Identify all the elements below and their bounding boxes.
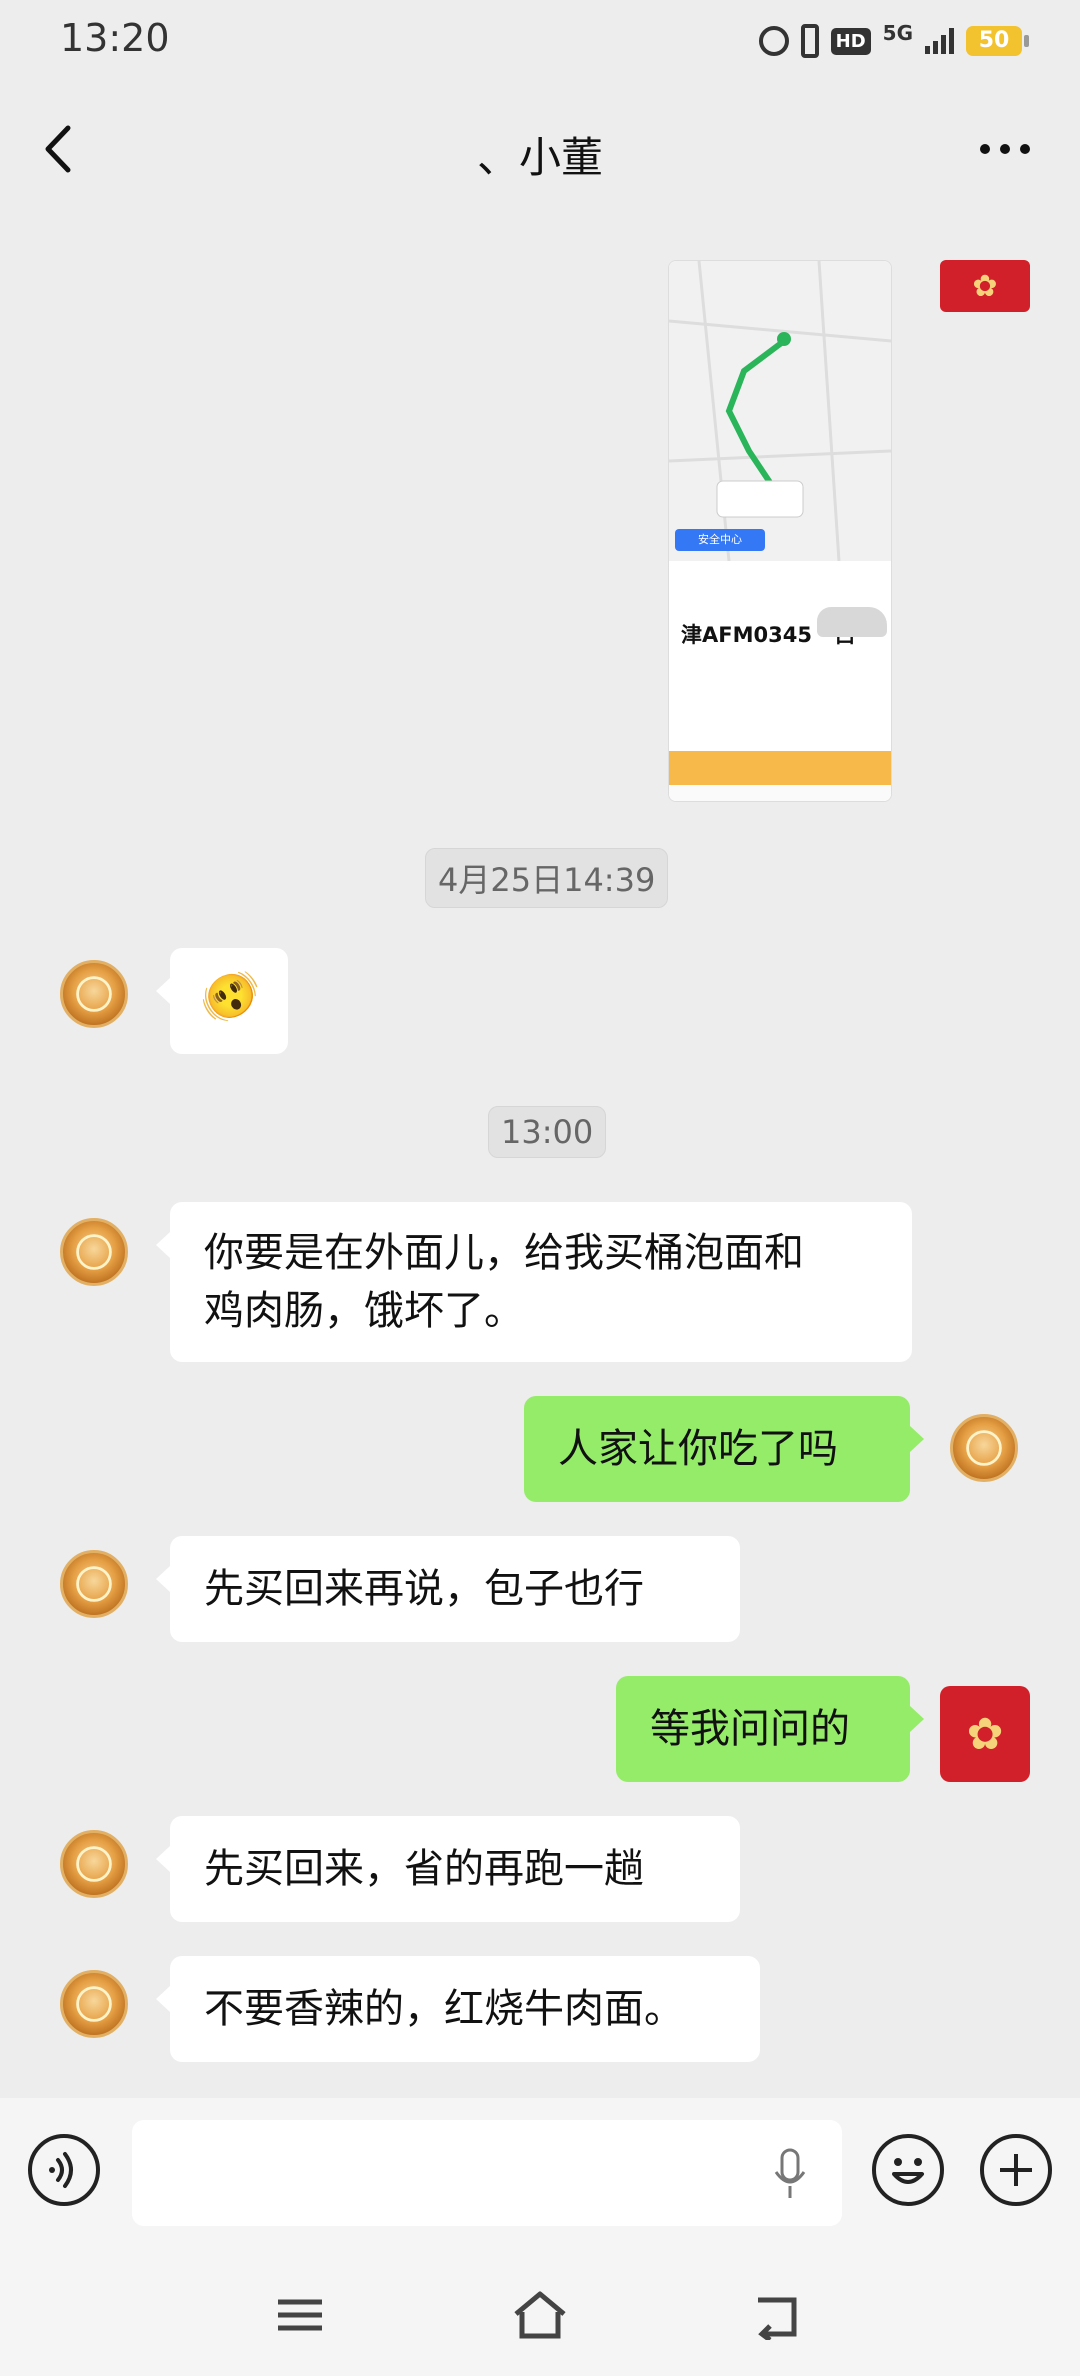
signal-icon (925, 28, 954, 54)
more-button[interactable] (970, 124, 1040, 174)
network-type: 5G (882, 21, 913, 45)
thumb-navbar (669, 785, 891, 801)
message-bubble[interactable]: 不要香辣的，红烧牛肉面。 (156, 1956, 760, 2062)
smiley-icon (892, 2158, 924, 2184)
status-bar: 13:20 HD 5G 50 (0, 0, 1080, 84)
nav-menu-button[interactable] (270, 2290, 330, 2340)
battery-level: 50 (966, 26, 1029, 56)
chat-header: 、小董 (0, 84, 1080, 218)
input-bar (0, 2098, 1080, 2250)
hd-badge: HD (830, 27, 871, 55)
voice-toggle-button[interactable] (28, 2134, 100, 2206)
car-image (817, 607, 887, 637)
avatar[interactable] (60, 1970, 128, 2038)
message-bubble[interactable]: 先买回来，省的再跑一趟 (156, 1816, 740, 1922)
status-icons: HD 5G 50 (758, 21, 1029, 58)
message-text: 不要香辣的，红烧牛肉面。 (204, 1986, 684, 2032)
emoji-button[interactable] (872, 2134, 944, 2206)
voice-icon (49, 2152, 73, 2188)
vibrate-icon (800, 24, 819, 58)
more-dots-icon (980, 144, 1030, 154)
chat-title: 、小董 (476, 133, 603, 182)
avatar[interactable]: ✿ (940, 260, 1030, 312)
message-text: 先买回来再说，包子也行 (204, 1566, 644, 1612)
avatar[interactable] (60, 960, 128, 1028)
message-input[interactable] (132, 2120, 842, 2226)
avatar[interactable] (60, 1830, 128, 1898)
message-text: 等我问问的 (650, 1706, 850, 1752)
map-thumbnail (669, 261, 891, 562)
message-bubble[interactable]: 先买回来再说，包子也行 (156, 1536, 740, 1642)
message-bubble-sent[interactable]: 等我问问的 (616, 1676, 924, 1782)
avatar[interactable] (60, 1218, 128, 1286)
message-bubble-sent[interactable]: 人家让你吃了吗 (524, 1396, 924, 1502)
image-message[interactable]: 安全中心 津AFM0345 · 白 (668, 260, 892, 802)
message-line: 你要是在外面儿，给我买桶泡面和 (204, 1230, 804, 1276)
plus-icon (1000, 2154, 1032, 2186)
emoji-bubble[interactable]: 🫨 (156, 948, 288, 1054)
chat-area[interactable]: 安全中心 津AFM0345 · 白 ✿ 4月25日14:39 🫨 13:00 你… (0, 218, 1080, 2098)
message-bubble[interactable]: 你要是在外面儿，给我买桶泡面和 鸡肉肠，饿坏了。 (156, 1202, 912, 1362)
timestamp: 4月25日14:39 (425, 848, 669, 908)
status-time: 13:20 (60, 16, 170, 60)
avatar[interactable]: ✿ (940, 1686, 1030, 1782)
promo-banner (669, 751, 891, 785)
ride-card: 津AFM0345 · 白 (669, 561, 891, 761)
thinking-face-emoji: 🫨 (200, 969, 260, 1025)
alarm-icon (758, 26, 789, 56)
message-text: 先买回来，省的再跑一趟 (204, 1846, 644, 1892)
safety-center-label: 安全中心 (675, 529, 765, 551)
message-line: 鸡肉肠，饿坏了。 (204, 1288, 524, 1334)
system-nav-bar (0, 2250, 1080, 2376)
avatar[interactable] (950, 1414, 1018, 1482)
avatar[interactable] (60, 1550, 128, 1618)
nav-back-button[interactable] (750, 2290, 810, 2342)
mic-icon[interactable] (772, 2146, 808, 2202)
back-icon (758, 2297, 797, 2342)
home-icon (514, 2291, 566, 2339)
nav-home-button[interactable] (510, 2290, 570, 2340)
message-text: 人家让你吃了吗 (558, 1426, 838, 1472)
timestamp: 13:00 (488, 1106, 607, 1158)
more-actions-button[interactable] (980, 2134, 1052, 2206)
menu-icon (278, 2299, 322, 2331)
